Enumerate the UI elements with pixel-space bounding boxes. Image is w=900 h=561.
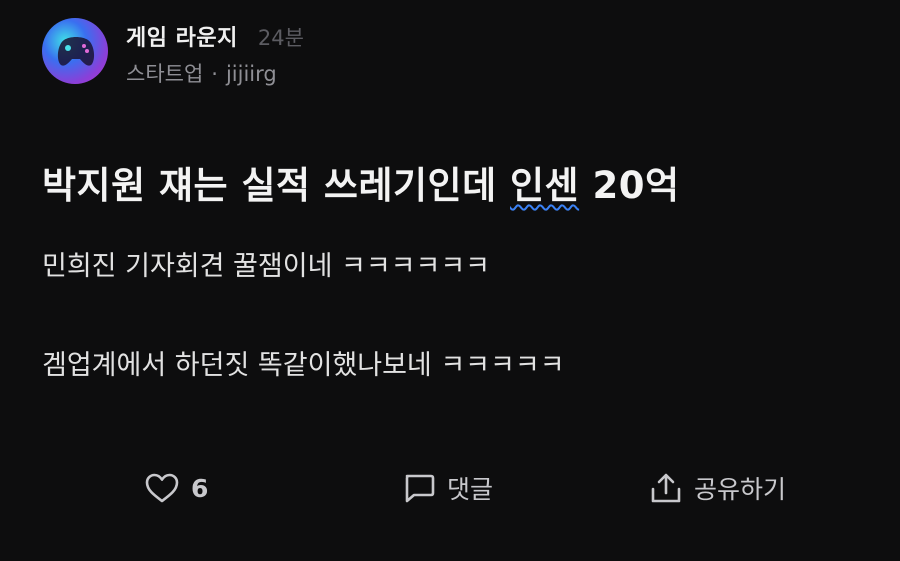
share-icon [651,473,681,503]
lounge-avatar[interactable] [42,18,108,84]
post-header: 게임 라운지 24분 스타트업 · jijiirg [42,18,304,88]
post-time: 24분 [257,26,304,50]
post-card: 게임 라운지 24분 스타트업 · jijiirg 박지원 쟤는 실적 쓰레기인… [0,0,900,561]
share-button[interactable]: 공유하기 [650,465,786,511]
comment-icon [405,474,435,503]
post-title: 박지원 쟤는 실적 쓰레기인데 인센 20억 [42,155,680,209]
post-title-end: 20억 [579,164,680,207]
comment-button[interactable]: 댓글 [403,465,493,511]
author-name[interactable]: jijiirg [226,62,277,86]
post-title-main: 박지원 쟤는 실적 쓰레기인데 [42,164,511,207]
post-actions: 6 댓글 공유하기 [0,465,900,511]
author-company: 스타트업 [126,62,204,86]
post-meta: 게임 라운지 24분 스타트업 · jijiirg [126,20,304,88]
lounge-name[interactable]: 게임 라운지 [126,20,238,52]
post-title-spellcheck-word: 인센 [510,164,580,207]
share-label: 공유하기 [694,475,787,504]
like-button[interactable]: 6 [145,465,208,511]
like-count: 6 [191,473,209,503]
gamepad-icon [57,37,95,66]
meta-separator: · [211,62,218,86]
post-body-line: 민희진 기자회견 꿀잼이네 ㅋㅋㅋㅋㅋㅋ [42,251,491,282]
heart-icon [145,473,179,503]
comment-label: 댓글 [447,475,494,504]
post-body-line: 겜업계에서 하던짓 똑같이했나보네 ㅋㅋㅋㅋㅋ [42,350,565,381]
